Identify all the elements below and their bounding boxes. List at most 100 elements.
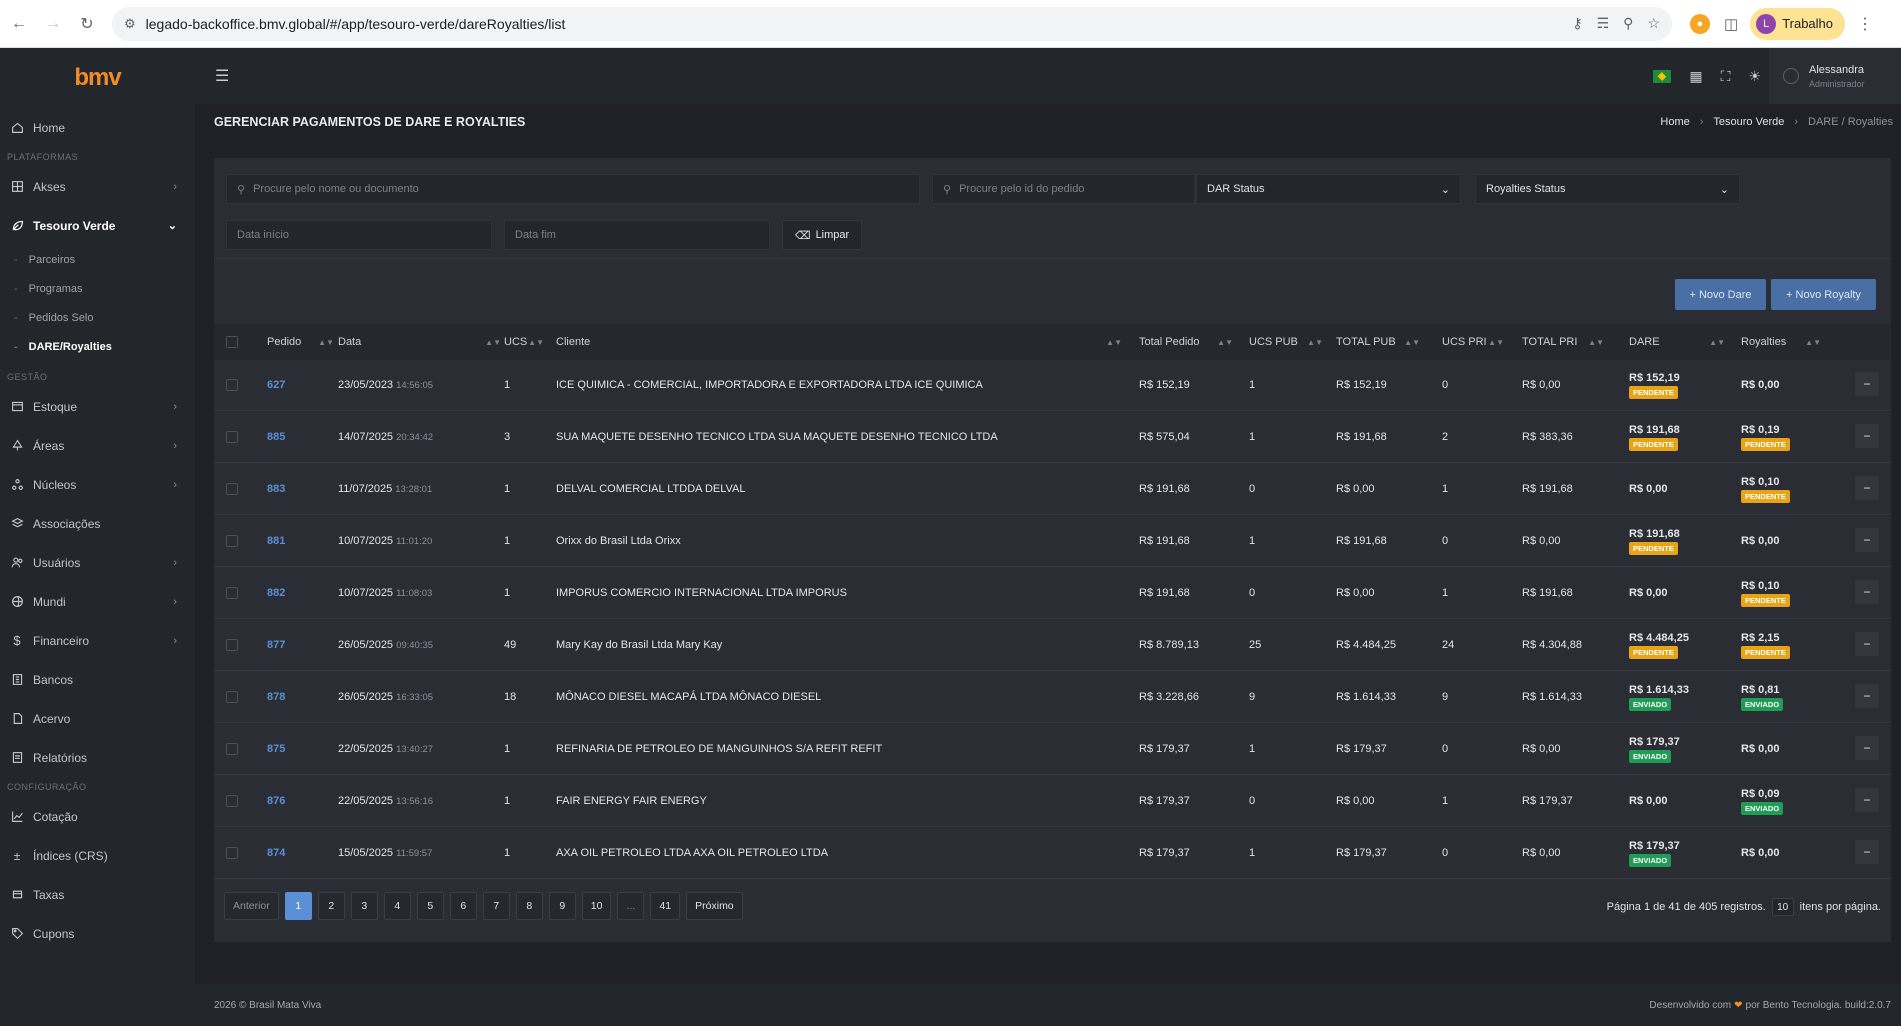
clear-filters-button[interactable]: ⌫ Limpar — [782, 220, 863, 250]
row-checkbox[interactable] — [226, 568, 238, 618]
sidebar-item-areas[interactable]: Áreas › — [0, 426, 195, 465]
sidebar-subitem-parceiros[interactable]: Parceiros — [0, 245, 195, 274]
row-checkbox[interactable] — [226, 360, 238, 410]
row-action-minus-icon[interactable]: − — [1855, 736, 1879, 760]
forward-icon[interactable]: → — [38, 9, 68, 39]
cell-pedido[interactable]: 882 — [267, 587, 285, 599]
col-ucs-pri[interactable]: UCS PRI ▲▼ — [1442, 324, 1504, 360]
profile-button[interactable]: L Trabalho — [1750, 7, 1846, 40]
theme-sun-icon[interactable]: ☀ — [1748, 68, 1761, 85]
date-start-input[interactable]: Data início — [226, 220, 492, 250]
sidebar-item-estoque[interactable]: Estoque › — [0, 387, 195, 426]
row-checkbox[interactable] — [226, 620, 238, 670]
row-action-minus-icon[interactable]: − — [1855, 632, 1879, 656]
row-checkbox[interactable] — [226, 776, 238, 826]
cell-pedido[interactable]: 877 — [267, 639, 285, 651]
page-button[interactable]: 4 — [383, 892, 411, 920]
sidebar-item-financeiro[interactable]: $ Financeiro › — [0, 621, 195, 660]
page-button[interactable]: 1 — [284, 892, 312, 920]
back-icon[interactable]: ← — [4, 9, 34, 39]
col-data[interactable]: Data ▲▼ — [338, 324, 501, 360]
new-dare-button[interactable]: + Novo Dare — [1675, 279, 1766, 310]
col-royalties[interactable]: Royalties ▲▼ — [1741, 324, 1821, 360]
row-checkbox[interactable] — [226, 464, 238, 514]
row-action-minus-icon[interactable]: − — [1855, 424, 1879, 448]
next-page-button[interactable]: Próximo — [686, 892, 743, 920]
page-button[interactable]: 5 — [416, 892, 444, 920]
sidebar-item-associacoes[interactable]: Associações — [0, 504, 195, 543]
sidebar-item-bancos[interactable]: Bancos — [0, 660, 195, 699]
search-id-input[interactable]: ⚲ Procure pelo id do pedido — [932, 174, 1195, 204]
sidebar-subitem-programas[interactable]: Programas — [0, 274, 195, 303]
sidebar-item-mundi[interactable]: Mundi › — [0, 582, 195, 621]
row-action-minus-icon[interactable]: − — [1855, 580, 1879, 604]
cell-pedido[interactable]: 874 — [267, 847, 285, 859]
brazil-flag-icon[interactable] — [1653, 69, 1672, 83]
row-checkbox[interactable] — [226, 672, 238, 722]
page-button[interactable]: 3 — [350, 892, 378, 920]
breadcrumb-home[interactable]: Home — [1660, 116, 1689, 128]
col-ucs[interactable]: UCS ▲▼ — [504, 324, 544, 360]
reload-icon[interactable]: ↻ — [72, 9, 102, 39]
new-royalty-button[interactable]: + Novo Royalty — [1771, 279, 1876, 310]
cell-pedido[interactable]: 878 — [267, 691, 285, 703]
col-total-pri[interactable]: TOTAL PRI ▲▼ — [1522, 324, 1604, 360]
row-action-minus-icon[interactable]: − — [1855, 528, 1879, 552]
dar-status-select[interactable]: DAR Status ⌄ — [1196, 174, 1461, 204]
sidebar-subitem-dare-royalties[interactable]: DARE/Royalties — [0, 332, 195, 361]
hamburger-menu-icon[interactable]: ☰ — [215, 66, 229, 86]
per-page-select[interactable]: 10 — [1771, 898, 1794, 916]
cell-pedido[interactable]: 627 — [267, 379, 285, 391]
col-total-pedido[interactable]: Total Pedido ▲▼ — [1139, 324, 1233, 360]
col-cliente[interactable]: Cliente ▲▼ — [556, 324, 1122, 360]
sidebar-item-akses[interactable]: Akses › — [0, 167, 195, 206]
cell-pedido[interactable]: 881 — [267, 535, 285, 547]
password-key-icon[interactable]: ⚷ — [1572, 15, 1582, 32]
zoom-icon[interactable]: ⚲ — [1623, 15, 1633, 32]
sidebar-item-indices[interactable]: ± Índices (CRS) — [0, 836, 195, 875]
col-pedido[interactable]: Pedido ▲▼ — [267, 324, 334, 360]
sidebar-item-cotacao[interactable]: Cotação — [0, 797, 195, 836]
row-action-minus-icon[interactable]: − — [1855, 788, 1879, 812]
search-name-input[interactable]: ⚲ Procure pelo nome ou documento — [226, 174, 920, 204]
date-end-input[interactable]: Data fim — [504, 220, 770, 250]
prev-page-button[interactable]: Anterior — [224, 892, 279, 920]
breadcrumb-tesouro-verde[interactable]: Tesouro Verde — [1713, 116, 1784, 128]
royalties-status-select[interactable]: Royalties Status ⌄ — [1475, 174, 1740, 204]
row-action-minus-icon[interactable]: − — [1855, 476, 1879, 500]
logo[interactable]: bmv — [0, 48, 195, 108]
sidebar-item-home[interactable]: Home — [0, 108, 195, 147]
page-button[interactable]: 9 — [548, 892, 576, 920]
cell-pedido[interactable]: 875 — [267, 743, 285, 755]
page-button[interactable]: ... — [617, 892, 645, 920]
cell-pedido[interactable]: 883 — [267, 483, 285, 495]
cell-pedido[interactable]: 876 — [267, 795, 285, 807]
row-checkbox[interactable] — [226, 724, 238, 774]
extension-icon[interactable]: ● — [1690, 13, 1710, 34]
page-button[interactable]: 6 — [449, 892, 477, 920]
sidebar-item-acervo[interactable]: Acervo — [0, 699, 195, 738]
col-total-pub[interactable]: TOTAL PUB ▲▼ — [1336, 324, 1420, 360]
cell-pedido[interactable]: 885 — [267, 431, 285, 443]
sidebar-item-cupons[interactable]: Cupons — [0, 914, 195, 953]
bookmark-star-icon[interactable]: ☆ — [1647, 15, 1660, 32]
fullscreen-icon[interactable]: ⛶ — [1721, 68, 1731, 85]
row-action-minus-icon[interactable]: − — [1855, 684, 1879, 708]
sidebar-item-usuarios[interactable]: Usuários › — [0, 543, 195, 582]
row-checkbox[interactable] — [226, 412, 238, 462]
extensions-puzzle-icon[interactable]: ◫ — [1724, 15, 1738, 33]
layout-icon[interactable]: ▦ — [1689, 68, 1702, 85]
page-button[interactable]: 10 — [581, 892, 612, 920]
sidebar-item-nucleos[interactable]: Núcleos › — [0, 465, 195, 504]
page-button[interactable]: 7 — [482, 892, 510, 920]
col-dare[interactable]: DARE ▲▼ — [1629, 324, 1725, 360]
sidebar-item-relatorios[interactable]: Relatórios — [0, 738, 195, 777]
sidebar-item-tesouro-verde[interactable]: Tesouro Verde ⌄ — [0, 206, 195, 245]
row-action-minus-icon[interactable]: − — [1855, 372, 1879, 396]
col-ucs-pub[interactable]: UCS PUB ▲▼ — [1249, 324, 1323, 360]
sidebar-subitem-pedidos-selo[interactable]: Pedidos Selo — [0, 303, 195, 332]
site-settings-icon[interactable]: ⚙ — [124, 16, 136, 32]
translate-icon[interactable]: ☴ — [1597, 15, 1610, 32]
select-all-checkbox[interactable] — [226, 324, 238, 360]
row-action-minus-icon[interactable]: − — [1855, 840, 1879, 864]
